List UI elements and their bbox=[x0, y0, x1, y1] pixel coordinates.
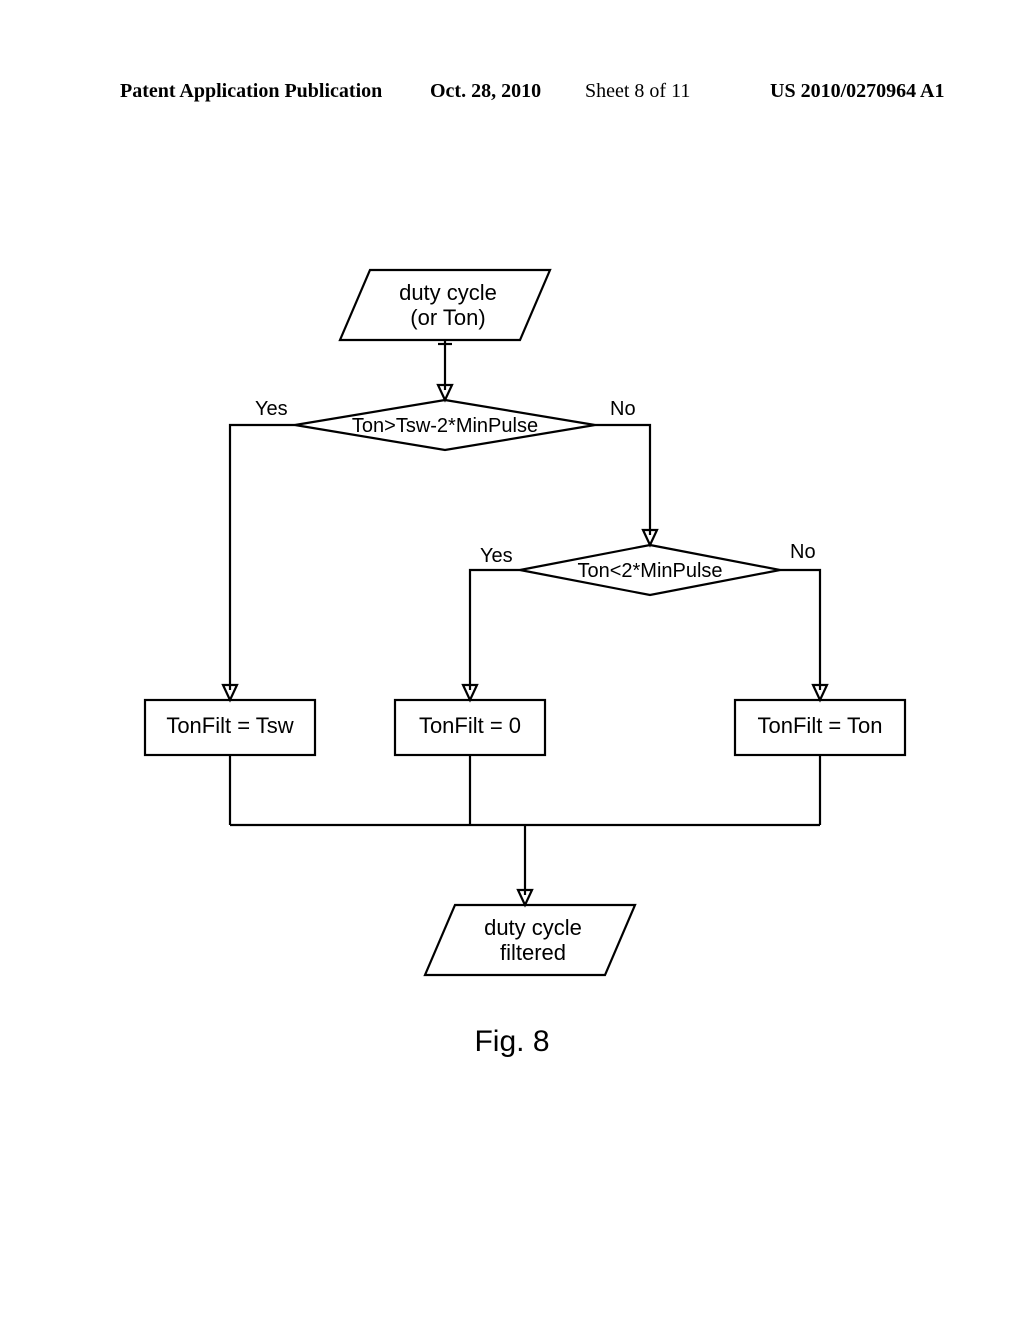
flow-edge-merge bbox=[230, 755, 820, 905]
flowchart: duty cycle (or Ton) Ton>Tsw-2*MinPulse Y… bbox=[140, 270, 920, 1050]
publication-date: Oct. 28, 2010 bbox=[430, 80, 541, 103]
flow-node-p3: TonFilt = Ton bbox=[735, 700, 905, 755]
flow-node-p2: TonFilt = 0 bbox=[395, 700, 545, 755]
flow-edge-d2-no: No bbox=[780, 541, 827, 700]
edge-label-yes-2: Yes bbox=[480, 545, 513, 567]
flow-node-output: duty cycle filtered bbox=[425, 905, 635, 975]
publication-number: US 2010/0270964 A1 bbox=[770, 80, 944, 103]
flow-node-output-text-1: duty cycle bbox=[484, 915, 582, 940]
flow-node-p1: TonFilt = Tsw bbox=[145, 700, 315, 755]
edge-label-no-2: No bbox=[790, 541, 816, 563]
publication-label: Patent Application Publication bbox=[120, 80, 382, 103]
edge-label-yes-1: Yes bbox=[255, 398, 288, 420]
flow-edge-d1-no: No bbox=[595, 398, 657, 545]
flow-edge-d1-yes: Yes bbox=[223, 398, 295, 700]
flow-node-decision-1-text: Ton>Tsw-2*MinPulse bbox=[352, 415, 538, 437]
flow-edge-in-d1 bbox=[438, 340, 452, 400]
flow-node-decision-1: Ton>Tsw-2*MinPulse bbox=[295, 400, 595, 450]
flow-node-decision-2-text: Ton<2*MinPulse bbox=[577, 560, 722, 582]
flow-node-input-text-2: (or Ton) bbox=[410, 305, 485, 330]
sheet-number: Sheet 8 of 11 bbox=[585, 80, 690, 103]
edge-label-no-1: No bbox=[610, 398, 636, 420]
flow-edge-d2-yes: Yes bbox=[463, 545, 520, 700]
flow-node-p1-text: TonFilt = Tsw bbox=[166, 713, 293, 738]
flow-node-input: duty cycle (or Ton) bbox=[340, 270, 550, 340]
flow-node-p3-text: TonFilt = Ton bbox=[758, 713, 883, 738]
flow-node-input-text-1: duty cycle bbox=[399, 280, 497, 305]
flow-node-p2-text: TonFilt = 0 bbox=[419, 713, 521, 738]
figure-caption: Fig. 8 bbox=[0, 1025, 1024, 1059]
flow-node-output-text-2: filtered bbox=[500, 940, 566, 965]
flow-node-decision-2: Ton<2*MinPulse bbox=[520, 545, 780, 595]
